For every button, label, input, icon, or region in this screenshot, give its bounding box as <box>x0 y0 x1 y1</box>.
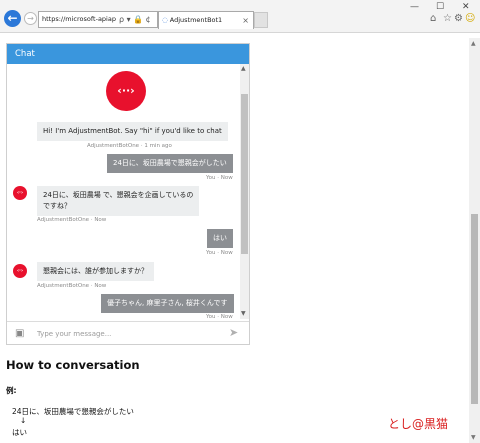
chat-composer: ▣ ➤ <box>7 321 249 344</box>
close-window-icon[interactable]: ✕ <box>462 2 470 12</box>
page-title: How to conversation <box>6 358 140 372</box>
new-tab-button[interactable] <box>254 12 268 28</box>
address-bar-icons[interactable]: ρ ▾ 🔒 ¢ <box>119 12 151 27</box>
gear-icon[interactable]: ⚙ <box>454 13 463 25</box>
chat-scrollbar[interactable]: ▲ ▼ <box>240 64 249 319</box>
home-icon[interactable]: ⌂ <box>430 13 436 25</box>
example-label: 例: <box>6 386 17 395</box>
user-message: はい <box>207 229 233 248</box>
scroll-up-icon[interactable]: ▲ <box>241 65 246 72</box>
message-text-line: ですね？ <box>43 202 71 210</box>
bot-logo-icon: ‹··› <box>106 71 146 111</box>
send-icon[interactable]: ➤ <box>229 327 238 339</box>
message-meta: You · Now <box>206 175 233 181</box>
tab-title: AdjustmentBot1 <box>169 16 223 24</box>
message-text-line: 24日に、坂田農場 で、懇親会を企画しているの <box>43 191 194 199</box>
message-input[interactable] <box>35 326 215 342</box>
minimize-icon[interactable]: — <box>410 2 419 12</box>
chat-scrollbar-thumb[interactable] <box>241 94 248 254</box>
message-text: 24日に、坂田農場で懇親会がしたい <box>113 159 227 167</box>
chat-widget: Chat ‹··› Hi! I'm AdjustmentBot. Say "hi… <box>6 43 250 345</box>
user-message: 優子ちゃん, 麻里子さん, 桜井くんです <box>101 294 234 313</box>
example-arrow: ↓ <box>20 416 27 425</box>
tab-close-icon[interactable]: × <box>242 12 249 29</box>
bot-message: 24日に、坂田農場 で、懇親会を企画しているの ですね？ <box>37 186 200 216</box>
bot-message: 懇親会には、誰が参加しますか？ <box>37 262 154 281</box>
scroll-up-icon[interactable]: ▲ <box>471 40 476 47</box>
message-text: 懇親会には、誰が参加しますか？ <box>43 267 148 275</box>
scroll-down-icon[interactable]: ▼ <box>471 434 476 441</box>
message-text: Hi! I'm AdjustmentBot. Say "hi" if you'd… <box>43 127 222 135</box>
bot-message: Hi! I'm AdjustmentBot. Say "hi" if you'd… <box>37 122 228 141</box>
message-text: はい <box>213 234 227 242</box>
message-meta: You · Now <box>206 250 233 256</box>
scroll-down-icon[interactable]: ▼ <box>241 310 246 317</box>
forward-arrow-icon[interactable]: → <box>24 12 37 25</box>
bot-avatar-icon: ‹·› <box>13 264 27 278</box>
message-meta: AdjustmentBotOne · Now <box>37 217 107 223</box>
browser-tab[interactable]: ◌ AdjustmentBot1 × <box>158 11 254 29</box>
page-scrollbar-thumb[interactable] <box>471 214 478 404</box>
example-line: はい <box>12 428 27 437</box>
message-meta: AdjustmentBotOne · Now <box>37 283 107 289</box>
example-line: 24日に、坂田農場で懇親会がしたい <box>12 407 134 416</box>
upload-icon[interactable]: ▣ <box>15 328 24 340</box>
message-text: 優子ちゃん, 麻里子さん, 桜井くんです <box>107 299 228 307</box>
maximize-icon[interactable]: ☐ <box>436 2 444 12</box>
page-scrollbar[interactable]: ▲ ▼ <box>469 38 480 443</box>
bot-avatar-icon: ‹·› <box>13 186 27 200</box>
message-meta: You · Now <box>206 314 233 320</box>
address-bar[interactable]: https://microsoft-apiapp93...ρ ▾ 🔒 ¢ <box>38 11 158 28</box>
message-meta: AdjustmentBotOne · 1 min ago <box>87 143 172 149</box>
tab-favicon-icon: ◌ <box>162 16 168 24</box>
smiley-icon[interactable]: ☺ <box>465 13 475 25</box>
user-message: 24日に、坂田農場で懇親会がしたい <box>107 154 233 173</box>
back-arrow-icon[interactable]: ← <box>4 10 21 27</box>
chat-header: Chat <box>7 44 249 64</box>
star-icon[interactable]: ☆ <box>443 13 452 25</box>
author-signature: とし@黒猫 <box>388 417 449 431</box>
browser-toolbar: — ☐ ✕ ← → https://microsoft-apiapp93...ρ… <box>0 0 480 33</box>
chat-history: ‹··› Hi! I'm AdjustmentBot. Say "hi" if … <box>7 64 249 320</box>
address-url: https://microsoft-apiapp93... <box>42 15 116 23</box>
